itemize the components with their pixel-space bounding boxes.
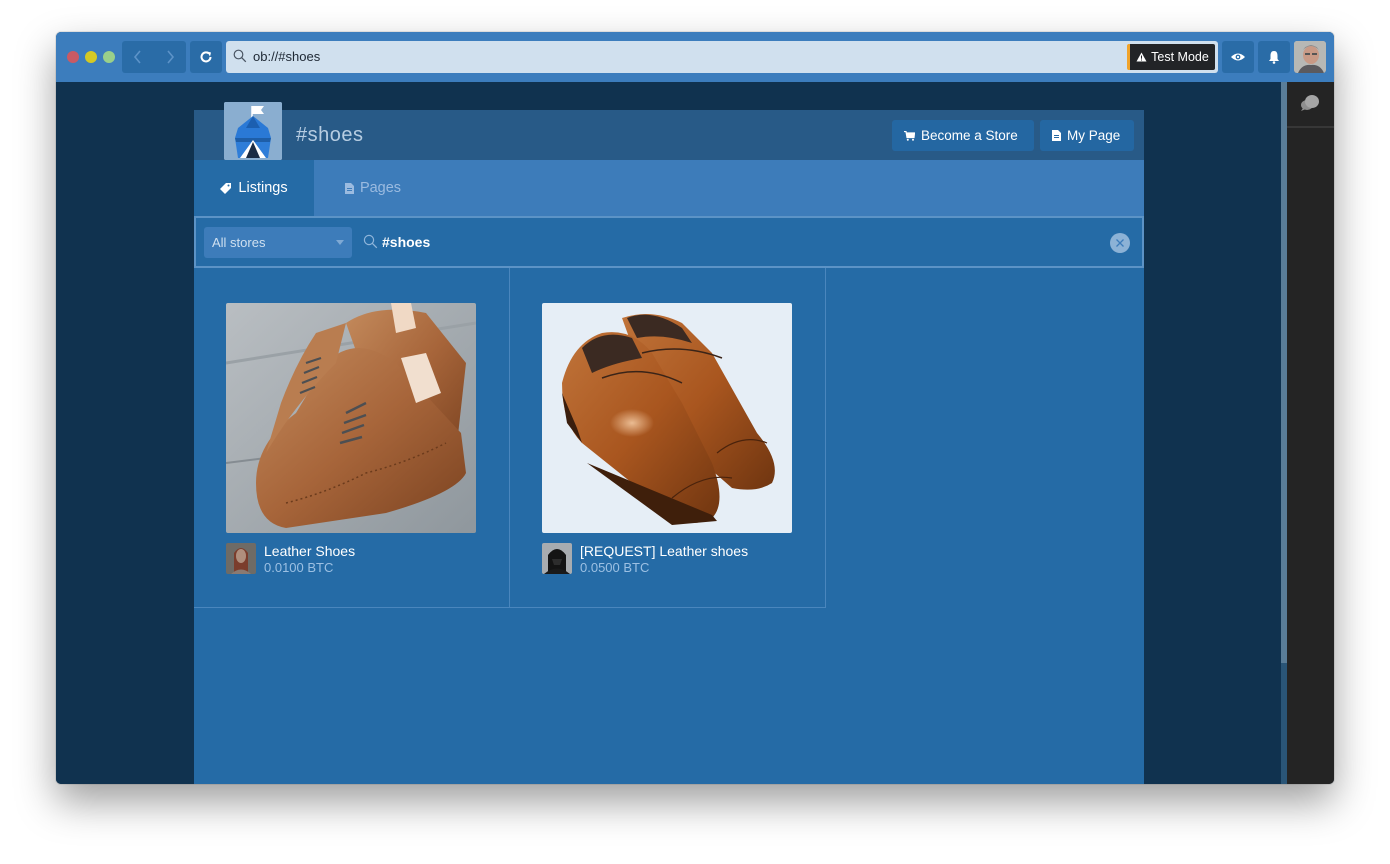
tab-pages-label: Pages — [359, 180, 402, 196]
user-photo — [1294, 41, 1326, 73]
user-avatar[interactable] — [1294, 41, 1326, 73]
window-maximize-button[interactable] — [103, 51, 115, 63]
page-panel: #shoes Become a Store My Page Listings P… — [194, 102, 1144, 784]
chat-bubbles-icon[interactable] — [1300, 94, 1320, 112]
title-bar: ob://#shoes Test Mode — [56, 32, 1334, 82]
listing-card[interactable]: Leather Shoes 0.0100 BTC — [194, 268, 510, 608]
tab-listings[interactable]: Listings — [194, 160, 314, 216]
store-filter-select[interactable]: All stores — [204, 227, 352, 258]
tab-listings-label: Listings — [238, 180, 288, 196]
become-store-label: Become a Store — [921, 128, 1018, 143]
bell-icon — [1269, 51, 1279, 64]
url-text[interactable]: ob://#shoes — [253, 49, 320, 64]
become-store-button[interactable]: Become a Store — [892, 120, 1034, 151]
listing-price: 0.0500 BTC — [580, 560, 650, 575]
page-header: #shoes Become a Store My Page — [194, 102, 1144, 160]
search-input[interactable]: #shoes — [382, 234, 430, 250]
listing-title[interactable]: [REQUEST] Leather shoes — [580, 543, 748, 559]
listing-price: 0.0100 BTC — [264, 560, 334, 575]
wingtip-shoes-image — [226, 303, 476, 533]
test-mode-badge[interactable]: Test Mode — [1127, 44, 1215, 70]
caret-down-icon — [336, 240, 344, 245]
back-button[interactable] — [122, 41, 154, 73]
reload-button[interactable] — [190, 41, 222, 73]
my-page-button[interactable]: My Page — [1040, 120, 1134, 151]
listing-image[interactable] — [542, 303, 792, 533]
filter-bar: All stores #shoes — [194, 216, 1144, 268]
vendor-photo — [542, 543, 572, 574]
nav-buttons — [122, 41, 186, 73]
search-icon — [363, 234, 378, 249]
browser-window: ob://#shoes Test Mode #shoes Become a St… — [56, 32, 1334, 784]
clear-search-button[interactable] — [1110, 233, 1130, 253]
chat-panel — [1287, 82, 1334, 784]
listing-title[interactable]: Leather Shoes — [264, 543, 355, 559]
eye-icon — [1231, 53, 1245, 61]
openbazaar-logo-icon — [224, 102, 282, 160]
address-bar[interactable]: ob://#shoes Test Mode — [226, 41, 1218, 73]
store-filter-value: All stores — [212, 235, 266, 250]
page-title: #shoes — [296, 124, 364, 146]
cart-icon — [904, 130, 915, 141]
warning-icon — [1136, 52, 1147, 62]
listing-image[interactable] — [226, 303, 476, 533]
visibility-button[interactable] — [1222, 41, 1254, 73]
document-icon — [344, 182, 354, 194]
test-mode-label: Test Mode — [1151, 50, 1209, 64]
derby-shoes-image — [542, 303, 792, 533]
vendor-avatar[interactable] — [542, 543, 572, 574]
chat-divider — [1287, 126, 1334, 128]
vendor-avatar[interactable] — [226, 543, 256, 574]
forward-button[interactable] — [154, 41, 186, 73]
page-logo[interactable] — [224, 102, 282, 160]
window-close-button[interactable] — [67, 51, 79, 63]
my-page-label: My Page — [1067, 128, 1121, 143]
chevron-left-icon — [133, 50, 141, 64]
tab-bar: Listings Pages — [194, 160, 1144, 216]
chevron-right-icon — [167, 50, 175, 64]
notifications-button[interactable] — [1258, 41, 1290, 73]
close-icon — [1116, 239, 1124, 247]
document-icon — [1052, 130, 1061, 141]
vendor-photo — [226, 543, 256, 574]
search-icon — [233, 49, 247, 63]
tag-icon — [220, 183, 232, 194]
listing-card[interactable]: [REQUEST] Leather shoes 0.0500 BTC — [510, 268, 826, 608]
tab-pages[interactable]: Pages — [314, 160, 432, 216]
reload-icon — [200, 51, 212, 63]
window-minimize-button[interactable] — [85, 51, 97, 63]
